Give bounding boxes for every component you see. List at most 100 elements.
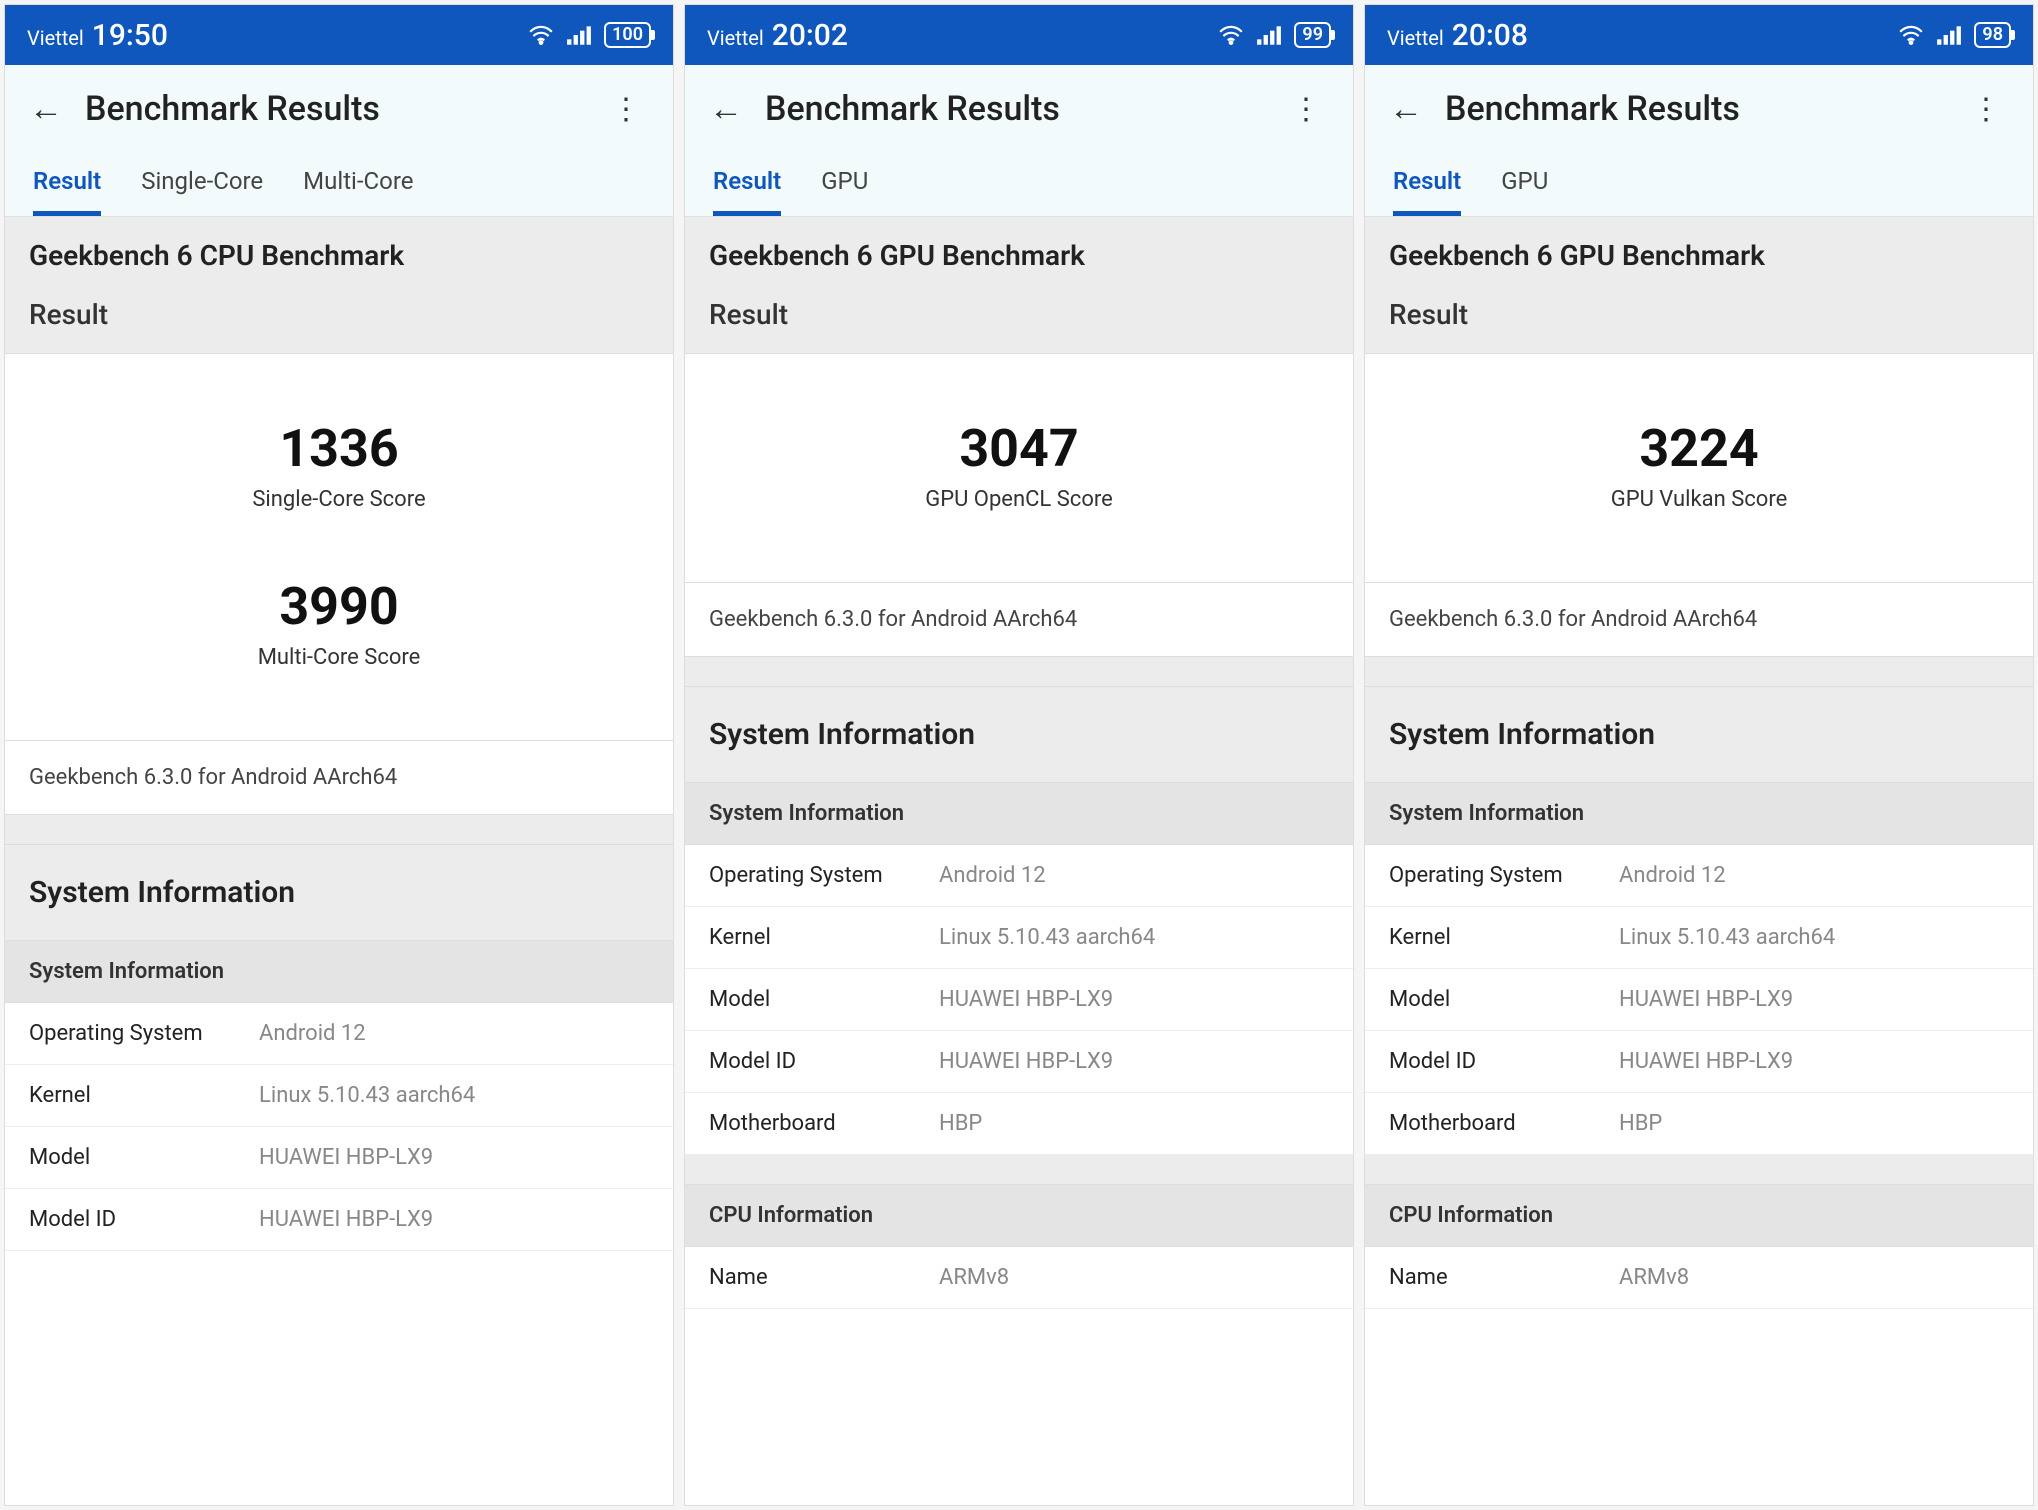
screen-gpu-opencl: Viettel 20:02 99 ← Benchmark Results ⋮ R… xyxy=(684,4,1354,1506)
sysinfo-row: Operating SystemAndroid 12 xyxy=(5,1003,673,1065)
screen-gpu-vulkan: Viettel 20:08 98 ← Benchmark Results ⋮ R… xyxy=(1364,4,2034,1506)
benchmark-header: Geekbench 6 CPU Benchmark Result xyxy=(5,217,673,354)
cpu-information-subheading: CPU Information xyxy=(685,1185,1353,1247)
wifi-icon xyxy=(528,25,554,45)
status-bar: Viettel 20:08 98 xyxy=(1365,5,2033,65)
benchmark-header: Geekbench 6 GPU Benchmark Result xyxy=(1365,217,2033,354)
spacer xyxy=(1365,657,2033,687)
more-icon[interactable]: ⋮ xyxy=(1963,92,2009,127)
sysinfo-key: Kernel xyxy=(709,925,939,950)
sysinfo-key: Motherboard xyxy=(709,1111,939,1136)
app-bar: ← Benchmark Results ⋮ Result GPU xyxy=(685,65,1353,217)
page-title: Benchmark Results xyxy=(85,89,581,129)
sysinfo-key: Model xyxy=(1389,987,1619,1012)
system-information-heading: System Information xyxy=(1365,687,2033,783)
system-information-subheading: System Information xyxy=(5,941,673,1003)
sysinfo-key: Operating System xyxy=(709,863,939,888)
signal-icon xyxy=(1936,25,1962,45)
sysinfo-row: ModelHUAWEI HBP-LX9 xyxy=(1365,969,2033,1031)
tabs: Result Single-Core Multi-Core xyxy=(29,151,649,216)
result-heading: Result xyxy=(1389,298,2009,331)
more-icon[interactable]: ⋮ xyxy=(603,92,649,127)
sysinfo-value: HUAWEI HBP-LX9 xyxy=(1619,1049,2009,1074)
sysinfo-value: Linux 5.10.43 aarch64 xyxy=(1619,925,2009,950)
sysinfo-value: Android 12 xyxy=(1619,863,2009,888)
page-title: Benchmark Results xyxy=(765,89,1261,129)
version-text: Geekbench 6.3.0 for Android AArch64 xyxy=(685,583,1353,657)
back-icon[interactable]: ← xyxy=(709,89,743,129)
clock: 19:50 xyxy=(92,18,168,53)
result-heading: Result xyxy=(29,298,649,331)
benchmark-title: Geekbench 6 CPU Benchmark xyxy=(29,239,649,298)
tab-result[interactable]: Result xyxy=(713,155,781,216)
tab-result[interactable]: Result xyxy=(1393,155,1461,216)
screen-cpu: Viettel 19:50 100 ← Benchmark Results ⋮ … xyxy=(4,4,674,1506)
app-bar: ← Benchmark Results ⋮ Result Single-Core… xyxy=(5,65,673,217)
tab-gpu[interactable]: GPU xyxy=(821,155,868,216)
sysinfo-value: Android 12 xyxy=(939,863,1329,888)
multi-core-score: 3990 Multi-Core Score xyxy=(5,552,673,710)
spacer xyxy=(1365,1155,2033,1185)
app-bar: ← Benchmark Results ⋮ Result GPU xyxy=(1365,65,2033,217)
back-icon[interactable]: ← xyxy=(1389,89,1423,129)
sysinfo-value: Android 12 xyxy=(259,1021,649,1046)
sysinfo-row: Operating SystemAndroid 12 xyxy=(1365,845,2033,907)
sysinfo-value: HUAWEI HBP-LX9 xyxy=(939,1049,1329,1074)
status-bar: Viettel 20:02 99 xyxy=(685,5,1353,65)
battery-indicator: 100 xyxy=(604,22,651,48)
wifi-icon xyxy=(1218,25,1244,45)
score-label: Multi-Core Score xyxy=(5,645,673,670)
sysinfo-value: HUAWEI HBP-LX9 xyxy=(939,987,1329,1012)
score-label: GPU OpenCL Score xyxy=(685,487,1353,512)
sysinfo-key: Motherboard xyxy=(1389,1111,1619,1136)
cpuinfo-row: NameARMv8 xyxy=(1365,1247,2033,1309)
spacer xyxy=(685,1155,1353,1185)
system-information-heading: System Information xyxy=(5,845,673,941)
sysinfo-row: Model IDHUAWEI HBP-LX9 xyxy=(1365,1031,2033,1093)
sysinfo-row: ModelHUAWEI HBP-LX9 xyxy=(685,969,1353,1031)
battery-indicator: 98 xyxy=(1974,22,2011,48)
scores-panel: 1336 Single-Core Score 3990 Multi-Core S… xyxy=(5,354,673,741)
sysinfo-key: Model xyxy=(29,1145,259,1170)
signal-icon xyxy=(566,25,592,45)
sysinfo-key: Model xyxy=(709,987,939,1012)
sysinfo-value: HUAWEI HBP-LX9 xyxy=(1619,987,2009,1012)
cpuinfo-key: Name xyxy=(1389,1265,1619,1290)
sysinfo-row: KernelLinux 5.10.43 aarch64 xyxy=(1365,907,2033,969)
sysinfo-row: Model IDHUAWEI HBP-LX9 xyxy=(5,1189,673,1251)
sysinfo-value: HBP xyxy=(1619,1111,2009,1136)
back-icon[interactable]: ← xyxy=(29,89,63,129)
sysinfo-key: Model ID xyxy=(29,1207,259,1232)
carrier-label: Viettel xyxy=(707,26,764,50)
sysinfo-key: Operating System xyxy=(1389,863,1619,888)
tabs: Result GPU xyxy=(709,151,1329,216)
carrier-label: Viettel xyxy=(27,26,84,50)
gpu-opencl-score: 3047 GPU OpenCL Score xyxy=(685,394,1353,552)
tab-result[interactable]: Result xyxy=(33,155,101,216)
system-information-subheading: System Information xyxy=(685,783,1353,845)
system-information-subheading: System Information xyxy=(1365,783,2033,845)
signal-icon xyxy=(1256,25,1282,45)
sysinfo-key: Model ID xyxy=(709,1049,939,1074)
version-text: Geekbench 6.3.0 for Android AArch64 xyxy=(1365,583,2033,657)
result-heading: Result xyxy=(709,298,1329,331)
cpuinfo-value: ARMv8 xyxy=(1619,1265,2009,1290)
version-text: Geekbench 6.3.0 for Android AArch64 xyxy=(5,741,673,815)
carrier-label: Viettel xyxy=(1387,26,1444,50)
cpuinfo-row: NameARMv8 xyxy=(685,1247,1353,1309)
page-title: Benchmark Results xyxy=(1445,89,1941,129)
more-icon[interactable]: ⋮ xyxy=(1283,92,1329,127)
tab-single-core[interactable]: Single-Core xyxy=(141,155,263,216)
battery-indicator: 99 xyxy=(1294,22,1331,48)
benchmark-header: Geekbench 6 GPU Benchmark Result xyxy=(685,217,1353,354)
score-value: 1336 xyxy=(5,418,673,479)
benchmark-title: Geekbench 6 GPU Benchmark xyxy=(1389,239,2009,298)
sysinfo-row: MotherboardHBP xyxy=(1365,1093,2033,1155)
sysinfo-value: Linux 5.10.43 aarch64 xyxy=(939,925,1329,950)
scores-panel: 3224 GPU Vulkan Score xyxy=(1365,354,2033,583)
score-label: GPU Vulkan Score xyxy=(1365,487,2033,512)
wifi-icon xyxy=(1898,25,1924,45)
tab-gpu[interactable]: GPU xyxy=(1501,155,1548,216)
sysinfo-row: ModelHUAWEI HBP-LX9 xyxy=(5,1127,673,1189)
tab-multi-core[interactable]: Multi-Core xyxy=(303,155,413,216)
